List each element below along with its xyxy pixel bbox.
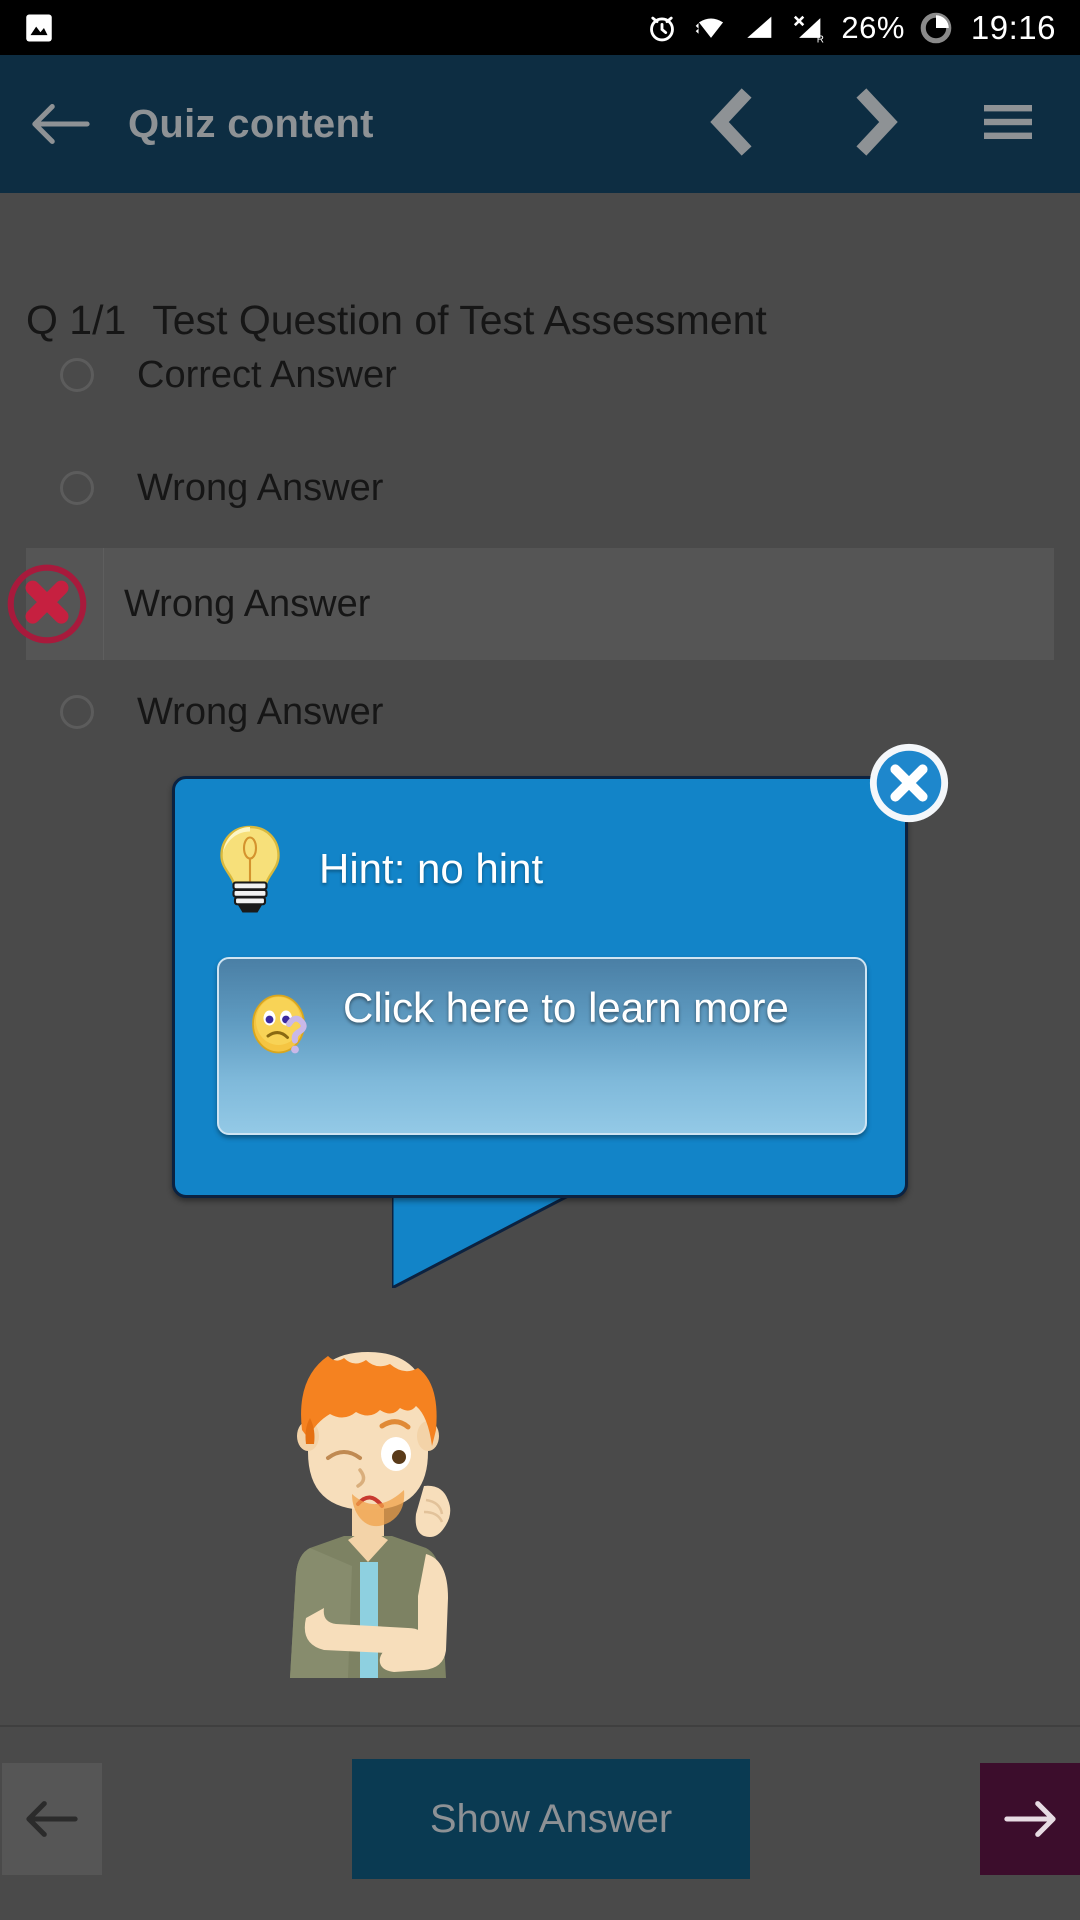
status-bar-left-icons — [0, 11, 56, 45]
answer-option-label: Correct Answer — [137, 353, 397, 396]
battery-percent-label: 26% — [841, 9, 905, 45]
chevron-left-icon — [710, 87, 752, 156]
thinking-boy-illustration — [290, 1352, 451, 1678]
alarm-icon — [650, 16, 675, 41]
answer-option-3-selected-wrong[interactable]: Wrong Answer — [7, 548, 1054, 660]
signal-icon — [747, 16, 772, 38]
overflow-menu-button[interactable] — [982, 101, 1034, 148]
back-arrow-icon — [32, 104, 90, 144]
image-icon — [26, 14, 52, 41]
bottom-bar: Show Answer — [0, 1727, 1080, 1920]
answer-option-label: Wrong Answer — [124, 582, 371, 625]
wifi-icon — [696, 17, 724, 38]
prev-question-button[interactable] — [706, 87, 764, 162]
popup-tail — [392, 1196, 568, 1288]
hamburger-menu-icon — [984, 104, 1032, 139]
radio-button-icon[interactable] — [60, 695, 94, 729]
arrow-right-icon — [1004, 1801, 1056, 1837]
arrow-left-icon — [26, 1801, 78, 1837]
next-question-button[interactable] — [844, 87, 902, 162]
learn-more-label: Click here to learn more — [343, 984, 789, 1031]
status-bar: R 26% 19:16 — [0, 0, 1080, 55]
previous-button[interactable] — [2, 1763, 102, 1875]
page-title: Quiz content — [128, 101, 374, 146]
radio-button-icon[interactable] — [60, 471, 94, 505]
close-popup-button[interactable] — [866, 740, 952, 826]
answer-option-2[interactable]: Wrong Answer — [0, 446, 1080, 530]
next-button[interactable] — [980, 1763, 1080, 1875]
back-button[interactable] — [0, 98, 120, 150]
show-answer-button[interactable]: Show Answer — [352, 1759, 750, 1879]
answer-option-1[interactable]: Correct Answer — [0, 333, 1080, 417]
app-bar: Quiz content — [0, 55, 1080, 193]
app-bar-nav — [706, 87, 1080, 162]
lightbulb-emoji — [220, 825, 280, 913]
radio-button-icon[interactable] — [60, 358, 94, 392]
signal-roaming-off-icon: R — [794, 15, 824, 45]
answer-option-label: Wrong Answer — [137, 690, 384, 733]
red-cross-circle-icon — [7, 564, 87, 644]
battery-icon — [920, 12, 952, 43]
hint-popup: Hint: no hint Click here to learn more — [172, 776, 908, 1198]
thinking-face-emoji — [252, 994, 307, 1054]
svg-text:R: R — [817, 34, 824, 44]
answer-option-label: Wrong Answer — [137, 466, 384, 509]
clock-label: 19:16 — [970, 8, 1056, 46]
status-bar-right-icons: R 26% 19:16 — [645, 9, 1080, 47]
learn-more-button[interactable]: Click here to learn more — [217, 957, 867, 1135]
chevron-right-icon — [856, 87, 898, 156]
hint-text: Hint: no hint — [319, 845, 544, 892]
answer-option-marker-cell — [7, 548, 104, 660]
hint-row: Hint: no hint — [203, 821, 883, 917]
